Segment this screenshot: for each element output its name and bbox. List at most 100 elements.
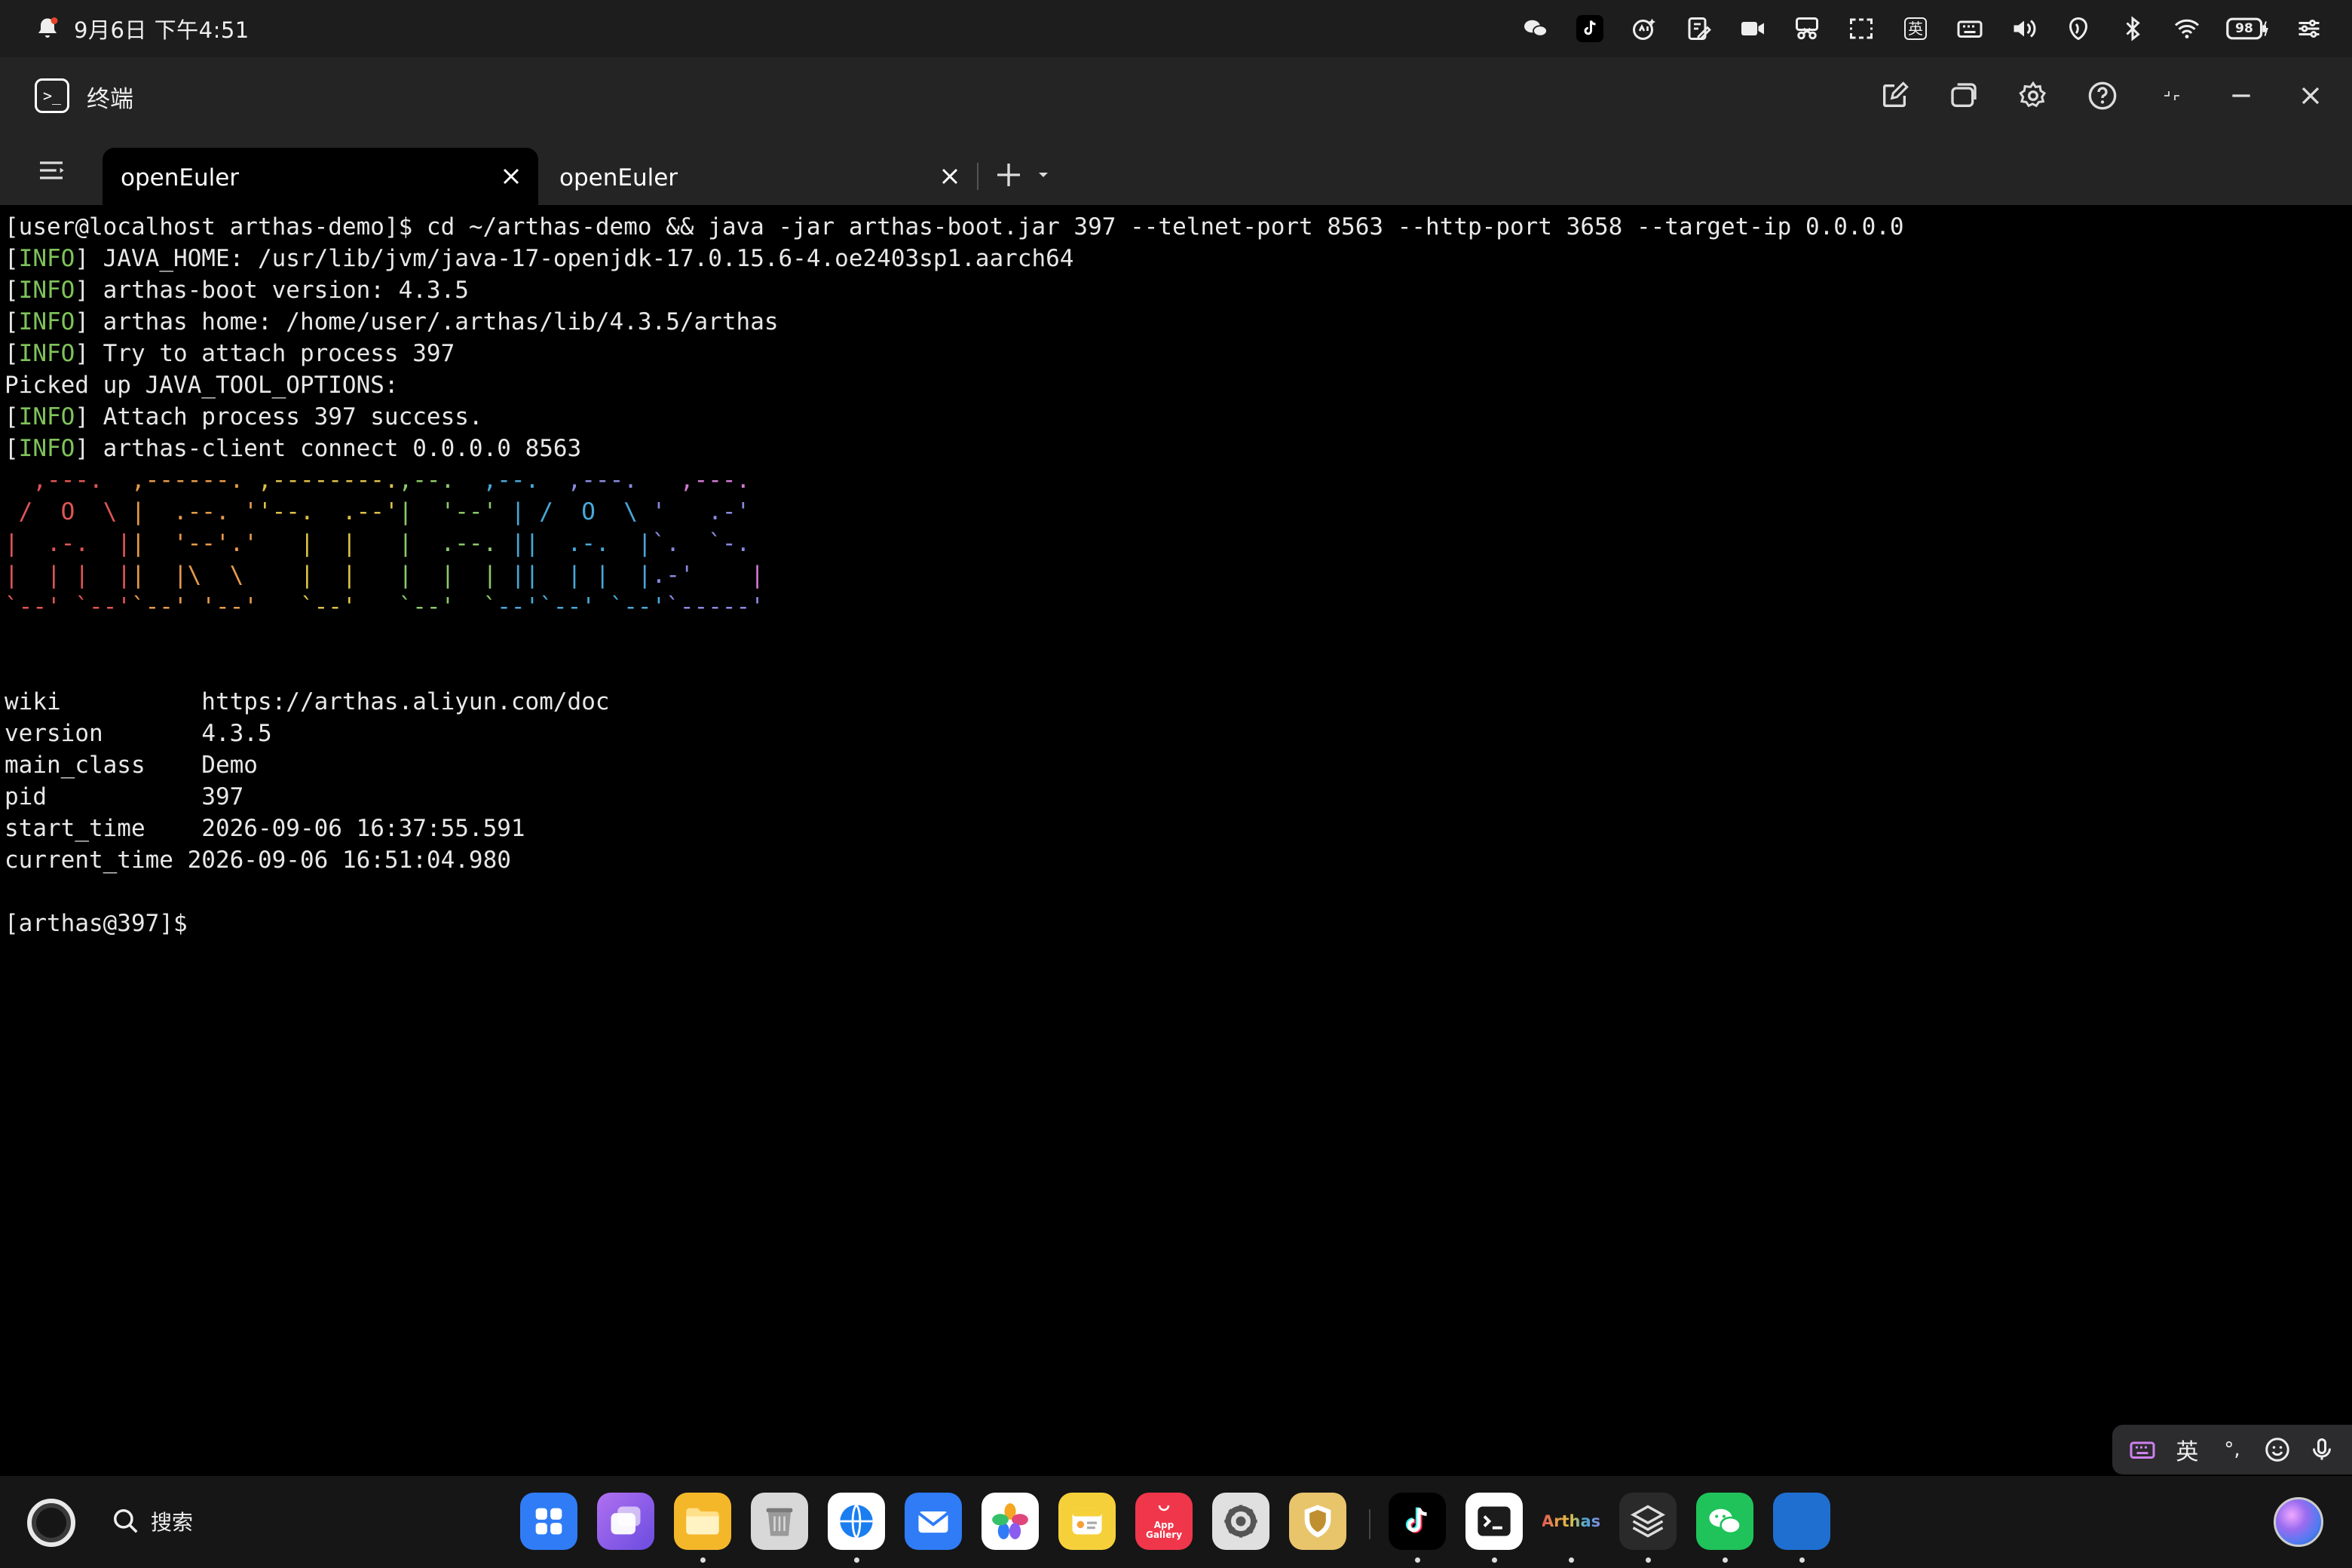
screenshot-scissors-icon bbox=[1791, 13, 1823, 44]
ime-toolbar: 英 °, bbox=[2112, 1425, 2352, 1475]
banner-main-class-value: Demo bbox=[201, 752, 258, 779]
arthas-app-icon[interactable]: Arthas bbox=[1542, 1493, 1600, 1550]
dock-taskbar: 搜索 App Gallery Arthas bbox=[0, 1476, 2352, 1568]
wechat-app-icon[interactable] bbox=[1696, 1493, 1753, 1550]
running-indicator bbox=[1492, 1557, 1497, 1563]
start-button[interactable] bbox=[27, 1499, 75, 1547]
gallery-flower-icon[interactable] bbox=[982, 1493, 1039, 1550]
log-line: [INFO] arthas-boot version: 4.3.5 bbox=[5, 277, 469, 304]
status-bar: 9月6日 下午4:51 英 98 bbox=[0, 0, 2352, 57]
dock-divider bbox=[1369, 1509, 1370, 1539]
banner-version-key: version bbox=[5, 720, 103, 747]
status-datetime: 9月6日 下午4:51 bbox=[74, 17, 250, 43]
command-line: [user@localhost arthas-demo]$ cd ~/artha… bbox=[5, 213, 1904, 240]
arthas-label: Arthas bbox=[1542, 1512, 1600, 1530]
new-window-button[interactable] bbox=[1945, 77, 1983, 115]
window-controls bbox=[1876, 77, 2329, 115]
banner-current-time-value: 2026-09-06 16:51:04.980 bbox=[187, 847, 511, 874]
mail-icon[interactable] bbox=[905, 1493, 962, 1550]
settings-gear-button[interactable] bbox=[2014, 77, 2052, 115]
info-tag: INFO bbox=[18, 277, 75, 304]
app-gallery-icon[interactable]: App Gallery bbox=[1135, 1493, 1193, 1550]
log-text: Try to attach process 397 bbox=[89, 340, 455, 367]
security-shield-icon[interactable] bbox=[1289, 1493, 1346, 1550]
system-settings-icon[interactable] bbox=[1212, 1493, 1269, 1550]
running-indicator bbox=[700, 1557, 706, 1563]
minimize-button[interactable] bbox=[2222, 77, 2260, 115]
info-tag: INFO bbox=[18, 245, 75, 272]
wifi-icon bbox=[2171, 13, 2203, 44]
close-window-button[interactable] bbox=[2292, 77, 2329, 115]
banner-current-time-key: current_time bbox=[5, 847, 173, 874]
help-button[interactable] bbox=[2084, 77, 2121, 115]
search-label: 搜索 bbox=[151, 1510, 194, 1535]
banner-wiki-value: https://arthas.aliyun.com/doc bbox=[201, 688, 610, 715]
running-indicator bbox=[1415, 1557, 1420, 1563]
tiktok-app-icon[interactable] bbox=[1389, 1493, 1446, 1550]
screen-capture-icon bbox=[1845, 13, 1877, 44]
log-text: Attach process 397 success. bbox=[89, 403, 483, 430]
emoji-icon[interactable] bbox=[2261, 1433, 2294, 1466]
tab-openeuler-2[interactable]: openEuler bbox=[541, 148, 977, 205]
app-gallery-label: App Gallery bbox=[1145, 1520, 1183, 1540]
terminal-output[interactable]: [user@localhost arthas-demo]$ cd ~/artha… bbox=[0, 205, 2352, 1476]
log-text: arthas-boot version: 4.3.5 bbox=[89, 277, 469, 304]
tab-close-icon[interactable] bbox=[498, 163, 525, 190]
tab-separator bbox=[977, 163, 978, 190]
shell-prompt: [arthas@397]$ bbox=[5, 910, 188, 937]
tab-close-icon[interactable] bbox=[936, 163, 963, 190]
banner-wiki-key: wiki bbox=[5, 688, 61, 715]
ime-punctuation-toggle[interactable]: °, bbox=[2216, 1433, 2249, 1466]
microphone-icon[interactable] bbox=[2305, 1433, 2338, 1466]
tab-label: openEuler bbox=[559, 164, 678, 191]
log-text: JAVA_HOME: /usr/lib/jvm/java-17-openjdk-… bbox=[89, 245, 1074, 272]
link-share-icon bbox=[2063, 13, 2094, 44]
terminal-text: [user@localhost arthas-demo]$ cd ~/artha… bbox=[0, 205, 2352, 939]
ime-language-toggle[interactable]: 英 bbox=[2170, 1433, 2203, 1466]
multitask-icon[interactable] bbox=[597, 1493, 654, 1550]
tab-bar: openEuler openEuler bbox=[0, 136, 2352, 205]
ai-assistant-orb[interactable] bbox=[2274, 1497, 2323, 1547]
search-icon bbox=[114, 1509, 138, 1533]
window-title-bar[interactable]: >_ 终端 bbox=[0, 57, 2352, 136]
banner-pid-key: pid bbox=[5, 783, 47, 810]
search-button[interactable]: 搜索 bbox=[112, 1506, 193, 1536]
terminal-app-dock-icon[interactable] bbox=[1465, 1493, 1523, 1550]
control-center-icon[interactable] bbox=[2293, 13, 2325, 44]
restore-window-button[interactable] bbox=[2153, 77, 2191, 115]
log-text: arthas home: /home/user/.arthas/lib/4.3.… bbox=[89, 308, 779, 335]
layers-app-icon[interactable] bbox=[1619, 1493, 1677, 1550]
log-line: [INFO] Try to attach process 397 bbox=[5, 340, 455, 367]
ai-assistant-icon bbox=[1628, 13, 1660, 44]
battery-icon: 98 bbox=[2225, 13, 2271, 44]
notes-memo-icon[interactable] bbox=[1058, 1493, 1116, 1550]
running-indicator bbox=[1569, 1557, 1574, 1563]
log-text: arthas-client connect 0.0.0.0 8563 bbox=[89, 435, 582, 462]
terminal-app-icon: >_ bbox=[35, 78, 69, 113]
new-tab-plus-icon[interactable] bbox=[994, 160, 1024, 190]
battery-level: 98 bbox=[2235, 21, 2253, 36]
info-tag: INFO bbox=[18, 340, 75, 367]
tab-openeuler-1[interactable]: openEuler bbox=[103, 148, 538, 205]
video-camera-icon bbox=[1737, 13, 1769, 44]
log-line: Picked up JAVA_TOOL_OPTIONS: bbox=[5, 372, 399, 399]
tiktok-icon bbox=[1574, 13, 1606, 44]
app-launcher-icon[interactable] bbox=[520, 1493, 577, 1550]
wechat-icon bbox=[1520, 13, 1551, 44]
info-tag: INFO bbox=[18, 308, 75, 335]
log-lines: [INFO] JAVA_HOME: /usr/lib/jvm/java-17-o… bbox=[5, 245, 1073, 462]
files-folder-icon[interactable] bbox=[674, 1493, 731, 1550]
edit-note-button[interactable] bbox=[1876, 77, 1913, 115]
arthas-ascii-logo: ,---. ,------. ,--------.,--. ,--. ,---.… bbox=[5, 467, 764, 620]
trash-icon[interactable] bbox=[751, 1493, 808, 1550]
browser-icon[interactable] bbox=[828, 1493, 885, 1550]
keyboard-switch-icon[interactable] bbox=[2126, 1433, 2159, 1466]
running-indicator bbox=[1646, 1557, 1651, 1563]
blue-app-icon[interactable] bbox=[1773, 1493, 1830, 1550]
tab-list-menu-button[interactable] bbox=[35, 155, 68, 185]
running-indicator bbox=[1799, 1557, 1805, 1563]
new-tab-dropdown-icon[interactable] bbox=[1034, 166, 1052, 184]
running-indicator bbox=[1723, 1557, 1728, 1563]
ime-language-icon: 英 bbox=[1900, 13, 1931, 44]
notification-bell-icon[interactable] bbox=[32, 13, 63, 44]
